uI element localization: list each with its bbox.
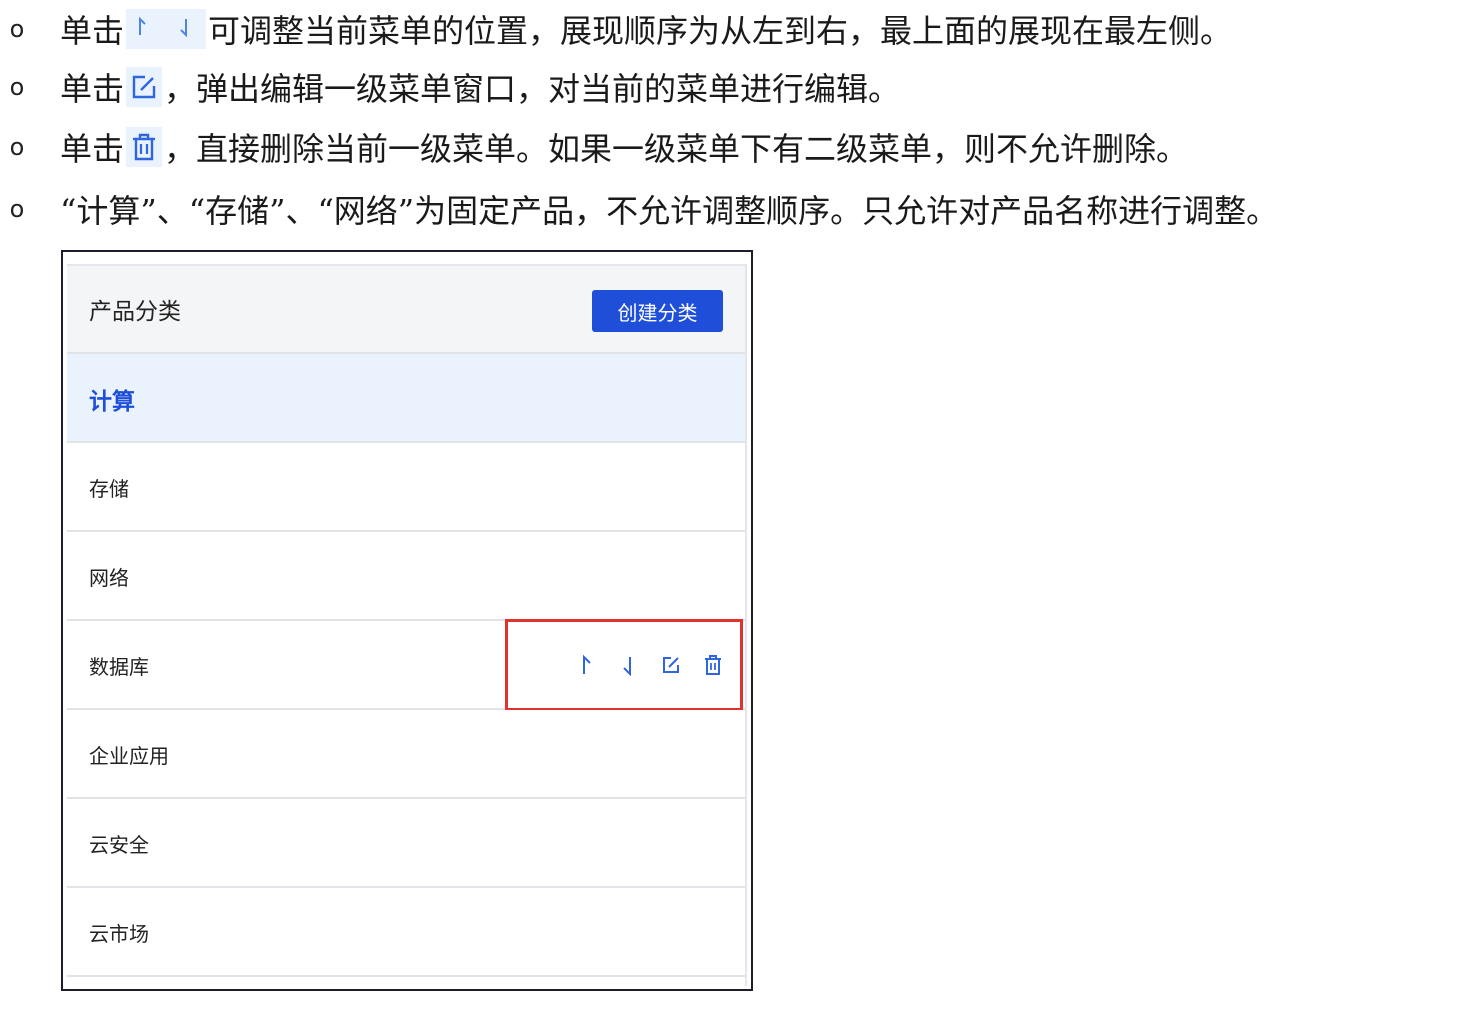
category-row-database[interactable]: 数据库 bbox=[67, 619, 745, 711]
bullet-prefix: 单击 bbox=[60, 70, 125, 108]
category-label: 云市场 bbox=[89, 922, 149, 946]
product-category-panel: 产品分类 创建分类 计算 存储 网络 数据库 企业应用 云安全 云市场 bbox=[61, 250, 753, 991]
create-category-button[interactable]: 创建分类 bbox=[592, 290, 723, 332]
bullet-marker: o bbox=[9, 133, 25, 161]
category-label: 企业应用 bbox=[89, 744, 169, 768]
bullet-marker: o bbox=[9, 15, 25, 43]
bullet-prefix: 单击 bbox=[60, 12, 125, 50]
edit-icon bbox=[126, 67, 163, 107]
bullet-suffix: ，直接删除当前一级菜单。如果一级菜单下有二级菜单，则不允许删除。 bbox=[164, 130, 1189, 168]
bullet-suffix: ，弹出编辑一级菜单窗口，对当前的菜单进行编辑。 bbox=[164, 70, 901, 108]
panel-header: 产品分类 创建分类 bbox=[67, 266, 745, 354]
category-row-cloud-security[interactable]: 云安全 bbox=[67, 799, 745, 888]
category-label: 数据库 bbox=[89, 655, 149, 679]
category-label: 云安全 bbox=[89, 833, 149, 857]
bullet-marker: o bbox=[9, 73, 25, 101]
category-list: 计算 存储 网络 数据库 企业应用 云安全 云市场 bbox=[67, 354, 745, 977]
bullet-suffix: 可调整当前菜单的位置，展现顺序为从左到右，最上面的展现在最左侧。 bbox=[208, 12, 1233, 50]
move-down-icon[interactable] bbox=[616, 652, 640, 678]
bullet-marker: o bbox=[9, 195, 25, 223]
category-label: 网络 bbox=[89, 566, 129, 590]
move-up-icon[interactable] bbox=[574, 652, 598, 678]
bullet-text: “计算”、“存储”、“网络”为固定产品，不允许调整顺序。只允许对产品名称进行调整… bbox=[60, 192, 1279, 230]
category-row-network[interactable]: 网络 bbox=[67, 532, 745, 621]
bullet-prefix: 单击 bbox=[60, 130, 125, 168]
up-down-arrows-icon bbox=[126, 9, 207, 49]
category-row-storage[interactable]: 存储 bbox=[67, 443, 745, 532]
trash-icon[interactable] bbox=[701, 652, 725, 678]
category-row-compute[interactable]: 计算 bbox=[67, 354, 745, 443]
category-row-enterprise-apps[interactable]: 企业应用 bbox=[67, 710, 745, 799]
category-row-cloud-market[interactable]: 云市场 bbox=[67, 888, 745, 977]
trash-icon bbox=[126, 127, 163, 167]
panel-title: 产品分类 bbox=[89, 299, 181, 325]
category-label: 计算 bbox=[89, 389, 135, 415]
category-label: 存储 bbox=[89, 477, 129, 501]
row-actions-highlight bbox=[505, 619, 743, 711]
edit-icon[interactable] bbox=[659, 652, 683, 678]
